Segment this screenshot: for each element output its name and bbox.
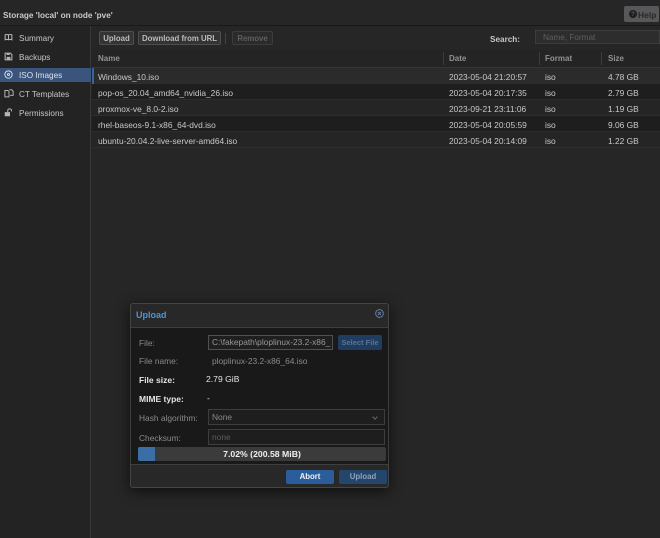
svg-text:?: ? xyxy=(631,11,635,18)
